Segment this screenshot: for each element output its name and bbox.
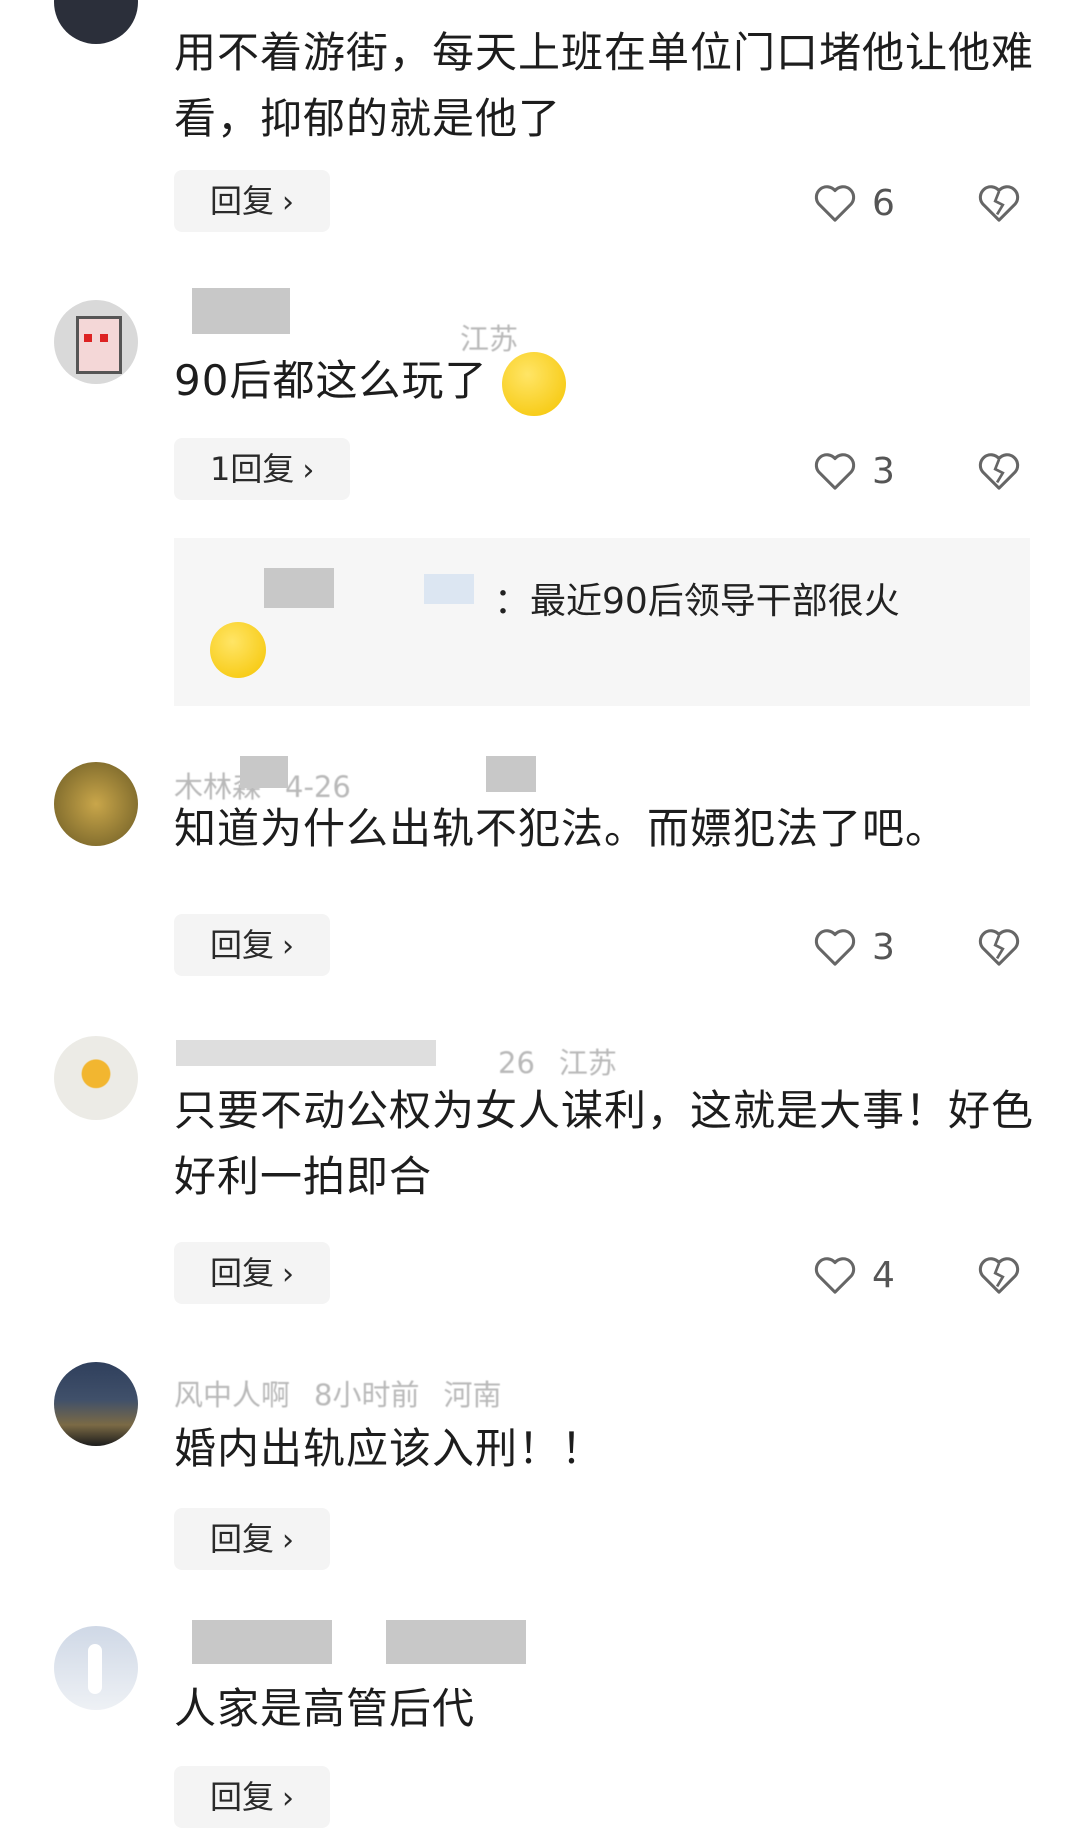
timestamp: 8小时前 — [314, 1378, 420, 1412]
like-count: 3 — [872, 450, 895, 492]
like-button[interactable]: 4 — [812, 1250, 895, 1300]
avatar[interactable] — [54, 1626, 138, 1710]
comment-text: 只要不动公权为女人谋利，这就是大事！好色好利一拍即合 — [174, 1086, 1035, 1201]
chevron-right-icon: › — [282, 1257, 295, 1292]
blurred-username — [192, 288, 290, 334]
broken-heart-icon[interactable] — [976, 926, 1022, 968]
location: 江苏 — [558, 1046, 617, 1080]
broken-heart-icon[interactable] — [976, 182, 1022, 224]
comment-text: 用不着游街，每天上班在单位门口堵他让他难看，抑郁的就是他了 — [174, 28, 1035, 143]
reply-label: 1回复 — [210, 450, 295, 488]
reply-label: 回复 — [210, 1778, 275, 1816]
like-count: 3 — [872, 926, 895, 968]
username: 风中人啊 — [174, 1378, 291, 1412]
like-count: 4 — [872, 1254, 895, 1296]
blurred-location — [486, 756, 536, 792]
blurred-username — [176, 1040, 436, 1066]
reply-label: 回复 — [210, 926, 275, 964]
chevron-right-icon: › — [282, 1523, 295, 1558]
blurred-location — [386, 1620, 526, 1664]
location: 河南 — [443, 1378, 502, 1412]
reply-label: 回复 — [210, 1254, 275, 1292]
avatar[interactable] — [54, 300, 138, 384]
like-count: 6 — [872, 182, 895, 224]
blurred-username — [264, 568, 334, 608]
reply-button[interactable]: 回复 › — [174, 914, 331, 976]
like-button[interactable]: 3 — [812, 446, 895, 496]
comment-text: 婚内出轨应该入刑！！ — [174, 1424, 605, 1473]
avatar[interactable] — [54, 1362, 138, 1446]
avatar[interactable] — [54, 1036, 138, 1120]
reply-label: 回复 — [210, 1520, 275, 1558]
sub-reply[interactable]: ：最近90后领导干部很火 — [174, 538, 1030, 706]
timestamp: 26 — [498, 1046, 535, 1080]
laughing-emoji-icon — [210, 622, 266, 678]
blurred-username — [240, 756, 288, 788]
chevron-right-icon: › — [282, 929, 295, 964]
reply-button[interactable]: 回复 › — [174, 1242, 331, 1304]
reply-button[interactable]: 1回复 › — [174, 438, 351, 500]
heart-outline-icon — [814, 185, 856, 222]
reply-button[interactable]: 回复 › — [174, 1766, 331, 1828]
heart-outline-icon — [814, 453, 856, 490]
comment-text: 人家是高管后代 — [174, 1684, 476, 1733]
avatar[interactable] — [54, 762, 138, 846]
broken-heart-icon[interactable] — [976, 1254, 1022, 1296]
reply-button[interactable]: 回复 › — [174, 1508, 331, 1570]
heart-outline-icon — [814, 1257, 856, 1294]
blurred-username — [192, 1620, 332, 1664]
comment-text: 90后都这么玩了 — [174, 348, 1034, 416]
covering-mouth-emoji-icon — [501, 351, 566, 416]
reply-label: 回复 — [210, 182, 275, 220]
chevron-right-icon: › — [282, 185, 295, 220]
sub-reply-text: ：最近90后领导干部很火 — [494, 581, 900, 622]
like-button[interactable]: 3 — [812, 922, 895, 972]
chevron-right-icon: › — [302, 453, 315, 488]
reply-button[interactable]: 回复 › — [174, 170, 331, 232]
broken-heart-icon[interactable] — [976, 450, 1022, 492]
blurred-username — [424, 574, 474, 604]
like-button[interactable]: 6 — [812, 178, 895, 228]
chevron-right-icon: › — [282, 1781, 295, 1816]
comment-meta: 风中人啊 8小时前 河南 — [174, 1372, 525, 1414]
heart-outline-icon — [814, 929, 856, 966]
comment-text: 知道为什么出轨不犯法。而嫖犯法了吧。 — [174, 804, 949, 853]
avatar[interactable] — [54, 0, 138, 44]
